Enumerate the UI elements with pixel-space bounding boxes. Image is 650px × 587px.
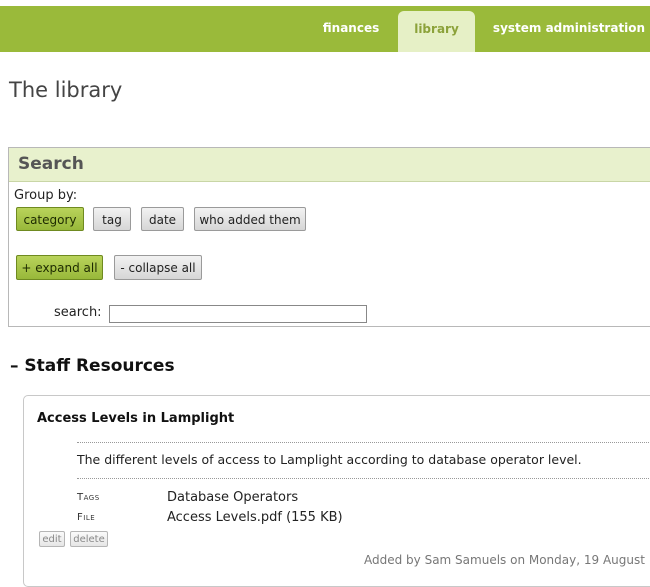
group-by-category-button[interactable]: category (16, 207, 84, 231)
top-navigation: finances library system administration (0, 6, 650, 52)
tab-library[interactable]: library (398, 11, 475, 52)
file-link[interactable]: Access Levels.pdf (155 KB) (167, 510, 343, 525)
expand-all-button[interactable]: + expand all (16, 255, 103, 280)
section-title-staff-resources[interactable]: – Staff Resources (10, 356, 175, 376)
collapse-all-button[interactable]: - collapse all (114, 255, 202, 280)
resource-card: Access Levels in Lamplight The different… (23, 395, 650, 587)
tags-value[interactable]: Database Operators (167, 490, 298, 505)
resource-description: The different levels of access to Lampli… (77, 452, 582, 467)
delete-button[interactable]: delete (70, 531, 108, 547)
page-title: The library (9, 78, 123, 102)
resource-title[interactable]: Access Levels in Lamplight (37, 411, 234, 426)
tab-system-administration[interactable]: system administration (488, 6, 650, 52)
tab-finances[interactable]: finances (310, 6, 392, 52)
search-heading: Search (9, 148, 650, 182)
group-by-label: Group by: (14, 188, 78, 203)
file-label: File (77, 512, 96, 523)
group-by-who-added-button[interactable]: who added them (194, 207, 306, 231)
search-label: search: (54, 305, 102, 320)
search-input[interactable] (109, 305, 367, 323)
search-panel: Search Group by: category tag date who a… (8, 147, 650, 327)
edit-button[interactable]: edit (39, 531, 65, 547)
divider (77, 442, 650, 443)
added-by-text: Added by Sam Samuels on Monday, 19 Augus… (364, 553, 645, 567)
tags-label: Tags (77, 492, 100, 503)
divider (77, 478, 650, 479)
group-by-date-button[interactable]: date (141, 207, 184, 231)
group-by-tag-button[interactable]: tag (93, 207, 131, 231)
